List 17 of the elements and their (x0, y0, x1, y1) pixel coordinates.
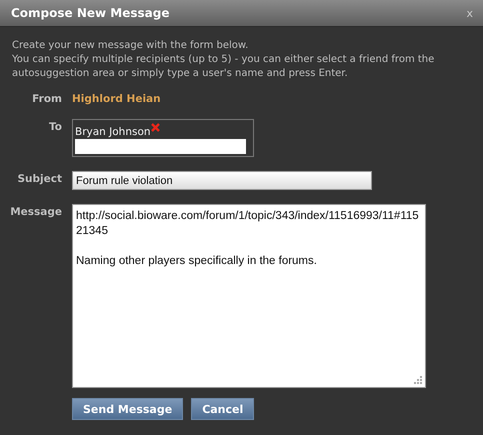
send-button[interactable]: Send Message (72, 398, 184, 420)
sender-name: Highlord Heian (72, 92, 161, 105)
cancel-button[interactable]: Cancel (191, 398, 254, 420)
recipient-input[interactable] (75, 139, 246, 154)
message-label: Message (9, 205, 62, 218)
resize-grip-icon[interactable] (414, 376, 423, 385)
instruction-text: Create your new message with the form below. (12, 39, 250, 53)
close-button[interactable]: x (464, 6, 475, 20)
subject-label: Subject (16, 172, 62, 185)
remove-icon[interactable] (150, 123, 160, 132)
message-field[interactable]: http://social.bioware.com/forum/1/topic/343/index/11516993/11#11521345 Naming other players specifically in the forums. (72, 204, 426, 388)
instruction-text: You can specify multiple recipients (up to 5) - you can either select a friend from the autosuggestion area or simply type a user's name and press Enter. (12, 53, 436, 81)
window-title: Compose New Message (11, 6, 170, 20)
from-label: From (31, 92, 62, 105)
subject-field[interactable]: Forum rule violation (72, 171, 372, 190)
recipient-name: Bryan Johnson (75, 126, 151, 138)
to-label: To (48, 120, 62, 133)
